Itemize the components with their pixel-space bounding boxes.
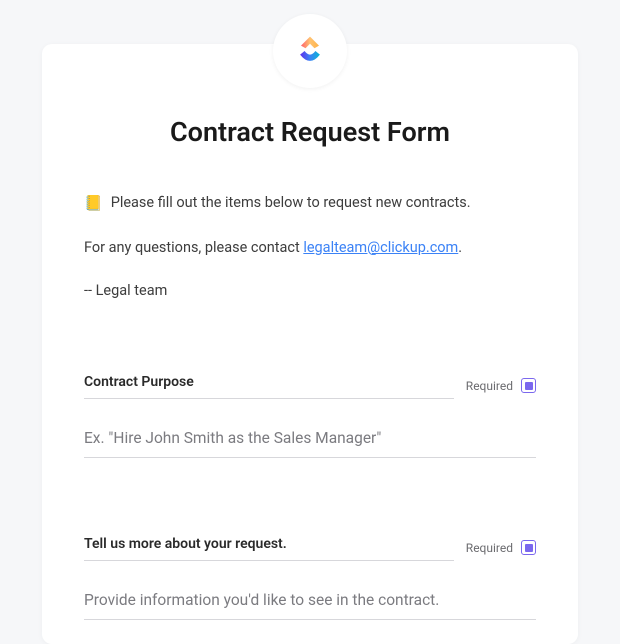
required-indicator: Required <box>466 540 536 557</box>
field-label-wrap: Tell us more about your request. <box>84 536 454 561</box>
field-header: Contract Purpose Required <box>84 374 536 399</box>
contract-purpose-input[interactable] <box>84 417 536 458</box>
field-contract-purpose: Contract Purpose Required <box>84 374 536 458</box>
field-label: Tell us more about your request. <box>84 536 454 552</box>
field-header: Tell us more about your request. Require… <box>84 536 536 561</box>
contact-email-link[interactable]: legalteam@clickup.com <box>303 239 458 256</box>
document-icon: 📒 <box>84 192 103 215</box>
request-details-input[interactable] <box>84 579 536 620</box>
form-card: Contract Request Form 📒 Please fill out … <box>42 44 578 644</box>
required-text: Required <box>466 541 513 555</box>
intro-text-1: Please fill out the items below to reque… <box>111 192 471 214</box>
required-checkbox-icon <box>521 378 536 393</box>
intro-line-2: For any questions, please contact legalt… <box>84 237 536 259</box>
page-title: Contract Request Form <box>84 116 536 148</box>
required-checkbox-icon <box>521 540 536 555</box>
intro-block: 📒 Please fill out the items below to req… <box>84 192 536 302</box>
field-request-details: Tell us more about your request. Require… <box>84 536 536 620</box>
intro-text-2-suffix: . <box>458 239 462 256</box>
required-indicator: Required <box>466 378 536 395</box>
intro-text-2-prefix: For any questions, please contact <box>84 239 303 256</box>
intro-signoff: -- Legal team <box>84 280 536 302</box>
field-label: Contract Purpose <box>84 374 454 390</box>
required-text: Required <box>466 379 513 393</box>
intro-line-1: 📒 Please fill out the items below to req… <box>84 192 536 215</box>
field-label-wrap: Contract Purpose <box>84 374 454 399</box>
clickup-logo-icon <box>292 33 328 69</box>
logo-badge <box>273 14 347 88</box>
